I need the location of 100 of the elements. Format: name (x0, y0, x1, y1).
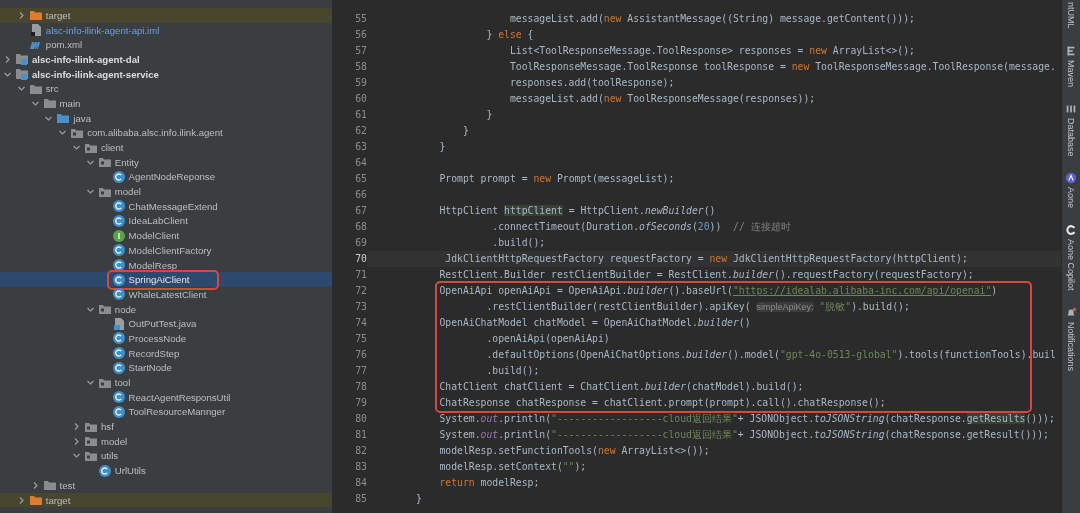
tree-item[interactable]: Entity (0, 154, 332, 170)
tree-item[interactable]: target (0, 8, 332, 23)
tree-item[interactable]: StartNode (0, 360, 332, 376)
tree-item[interactable]: tool (0, 375, 332, 390)
code-line: .restClientBuilder(restClientBuilder).apiKey( simpleApiKey: "脱敏").build(); (485, 300, 910, 314)
c-shape-icon (1065, 224, 1077, 237)
tool-window-button[interactable]: Aone Copilot (1065, 224, 1077, 291)
chevron-icon[interactable] (16, 84, 26, 94)
code-line: OpenAiChatModel chatModel = OpenAiChatModel.builder() (438, 316, 751, 330)
tool-window-button[interactable]: Maven (1065, 44, 1077, 87)
tree-item[interactable]: model (0, 184, 332, 199)
class-icon (111, 213, 126, 228)
code-line: messageList.add(new ToolResponseMessage(responses)); (508, 92, 817, 106)
folder-icon (42, 96, 57, 111)
class-icon (111, 243, 126, 258)
chevron-icon[interactable] (85, 187, 95, 197)
class-icon (111, 390, 126, 405)
tree-item[interactable]: test (0, 478, 332, 493)
line-number: 84 (354, 476, 367, 490)
tool-window-button[interactable]: Notifications (1065, 306, 1077, 371)
tree-item[interactable]: ChatMessageExtend (0, 198, 332, 214)
java-file-icon (111, 316, 126, 331)
tree-item[interactable]: RecordStep (0, 345, 332, 361)
tree-item[interactable]: ToolResourceMannger (0, 404, 332, 420)
code-line: messageList.add(new AssistantMessage((String) message.getContent())); (508, 12, 916, 26)
code-line: responses.add(toolResponse); (508, 76, 676, 90)
code-line: System.out.println("------------------cloud返回结果"+ JSONObject.toJSONString(chatResponse.getResults())); (438, 412, 1056, 426)
code-line: } else { (485, 28, 535, 42)
tree-item[interactable]: main (0, 96, 332, 111)
code-line: modelResp.setFunctionTools(new ArrayList<>()); (438, 444, 711, 458)
code-line: modelResp.setContext(""); (438, 460, 588, 474)
tree-item[interactable]: alsc-info-ilink-agent-dal (0, 52, 332, 67)
tree-item[interactable]: ModelClientFactory (0, 243, 332, 258)
line-number: 75 (354, 332, 367, 346)
tree-item[interactable]: OutPutTest.java (0, 316, 332, 332)
class-icon (111, 360, 126, 375)
tree-item[interactable]: pom.xml (0, 37, 332, 53)
tree-item[interactable]: SpringAiClient (0, 272, 332, 288)
line-number: 69 (354, 236, 367, 250)
bell-icon (1065, 306, 1077, 319)
letter-m-icon (1065, 44, 1077, 57)
code-line: } (416, 492, 423, 506)
tree-item[interactable]: IdeaLabClient (0, 213, 332, 229)
tree-item[interactable]: client (0, 140, 332, 155)
tree-item[interactable]: ModelResp (0, 257, 332, 273)
tool-window-button[interactable]: ntUML (1065, 2, 1077, 29)
code-line: ToolResponseMessage.ToolResponse toolResponse = new ToolResponseMessage.ToolResponse(message. (508, 60, 1057, 74)
line-number: 72 (354, 284, 367, 298)
code-line: } (485, 108, 494, 122)
code-line: } (438, 140, 447, 154)
folder-icon (56, 111, 71, 126)
code-line: .connectTimeout(Duration.ofSeconds(20)) // 连接超时 (491, 220, 792, 234)
tree-item[interactable]: utils (0, 448, 332, 464)
chevron-icon[interactable] (58, 128, 68, 138)
line-number: 57 (354, 44, 367, 58)
tree-item[interactable]: hsf (0, 419, 332, 434)
line-number: 67 (354, 204, 367, 218)
code-line: RestClient.Builder restClientBuilder = RestClient.builder().requestFactory(requestFactory); (438, 268, 975, 282)
chevron-icon[interactable] (72, 436, 81, 446)
tree-item[interactable]: ReactAgentResponsUtil (0, 389, 332, 405)
package-icon (97, 155, 112, 170)
chevron-icon[interactable] (72, 451, 81, 461)
line-number: 60 (354, 92, 367, 106)
tree-item[interactable]: node (0, 301, 332, 317)
code-line: HttpClient httpClient = HttpClient.newBuilder() (438, 204, 717, 218)
line-number: 85 (354, 492, 367, 506)
tool-window-button[interactable]: Aone (1065, 172, 1077, 209)
line-number: 82 (354, 444, 367, 458)
line-number: 77 (354, 364, 367, 378)
chevron-icon[interactable] (72, 143, 81, 153)
line-number: 62 (354, 124, 367, 138)
tree-item[interactable]: UrlUtils (0, 463, 332, 478)
tree-item[interactable]: alsc-info-ilink-agent-service (0, 66, 332, 82)
chevron-icon[interactable] (85, 378, 95, 388)
tree-item[interactable]: alsc-info-ilink-agent-api.iml (0, 22, 332, 38)
chevron-icon[interactable] (72, 422, 81, 432)
module-icon (15, 52, 29, 67)
line-number: 80 (354, 412, 367, 426)
code-line: System.out.println("------------------cloud返回结果"+ JSONObject.toJSONString(chatResponse.getResult())); (438, 428, 1050, 442)
line-number: 74 (354, 316, 367, 330)
code-line: } (461, 124, 470, 138)
tree-item[interactable]: AgentNodeReponse (0, 169, 332, 185)
line-number: 55 (354, 12, 367, 26)
class-icon (111, 331, 126, 346)
tree-item[interactable]: WhaleLatestClient (0, 287, 332, 302)
package-icon (97, 302, 112, 317)
line-number: 81 (354, 428, 367, 442)
tree-item[interactable]: com.alibaba.alsc.info.ilink.agent (0, 125, 332, 141)
tree-item[interactable]: ProcessNode (0, 331, 332, 346)
tree-item[interactable]: java (0, 110, 332, 126)
tree-item[interactable]: src (0, 81, 332, 97)
code-line: .openAiApi(openAiApi) (485, 332, 610, 346)
tool-window-button[interactable]: Database (1065, 102, 1077, 157)
chevron-icon[interactable] (3, 54, 12, 64)
code-line: return modelResp; (438, 476, 541, 490)
tree-item[interactable]: target (0, 492, 332, 508)
line-number: 64 (354, 156, 367, 170)
line-number: 59 (354, 76, 367, 90)
tree-item[interactable]: model (0, 433, 332, 449)
tree-item[interactable]: ModelClient (0, 228, 332, 243)
